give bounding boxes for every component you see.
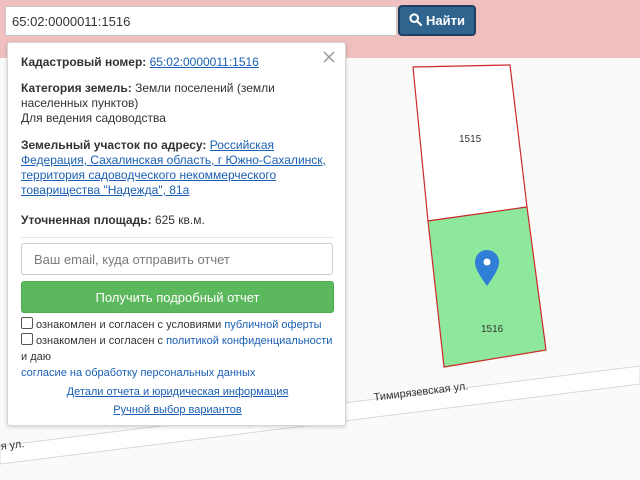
search-icon <box>409 12 423 29</box>
consent-privacy-mid: и даю <box>21 351 51 363</box>
area-row: Уточненная площадь: 625 кв.м. <box>21 213 326 228</box>
area-value: 625 кв.м. <box>154 213 205 227</box>
parcel-1516[interactable] <box>427 206 547 368</box>
get-report-button[interactable]: Получить подробный отчет <box>21 281 334 313</box>
land-category-row: Категория земель: Земли поселений (земли… <box>21 81 326 126</box>
search-button-label: Найти <box>426 13 465 28</box>
consent-privacy-row: ознакомлен и согласен с политикой конфид… <box>21 333 336 381</box>
manual-selection-link[interactable]: Ручной выбор вариантов <box>113 404 241 416</box>
parcel-info-panel: Кадастровый номер: 65:02:0000011:1516 Ка… <box>7 42 346 426</box>
report-details-link[interactable]: Детали отчета и юридическая информация <box>67 386 289 398</box>
email-field[interactable] <box>21 243 333 275</box>
consent-offer-row: ознакомлен и согласен с условиями публич… <box>21 317 336 333</box>
details-link-wrap: Детали отчета и юридическая информация <box>8 386 347 398</box>
divider <box>21 237 334 238</box>
consent-privacy-text: ознакомлен и согласен с <box>36 335 164 347</box>
cadastral-number-row: Кадастровый номер: 65:02:0000011:1516 <box>21 55 326 70</box>
privacy-policy-link[interactable]: политикой конфиденциальности <box>166 335 332 347</box>
address-row: Земельный участок по адресу: Российская … <box>21 138 326 198</box>
personal-data-consent-link[interactable]: согласие на обработку персональных данны… <box>21 367 255 379</box>
consent-offer-text: ознакомлен и согласен с условиями <box>36 319 222 331</box>
search-button[interactable]: Найти <box>398 5 476 36</box>
cadastral-number-label: Кадастровый номер: <box>21 55 147 69</box>
land-use-value: Для ведения садоводства <box>21 111 166 125</box>
parcel-label-1515: 1515 <box>459 134 482 145</box>
parcel-label-1516: 1516 <box>481 324 504 335</box>
manual-link-wrap: Ручной выбор вариантов <box>8 404 347 416</box>
land-category-label: Категория земель: <box>21 81 132 95</box>
area-label: Уточненная площадь: <box>21 213 152 227</box>
address-label: Земельный участок по адресу: <box>21 138 207 152</box>
public-offer-link[interactable]: публичной оферты <box>224 319 321 331</box>
offer-checkbox[interactable] <box>21 317 33 329</box>
cadastral-number-link[interactable]: 65:02:0000011:1516 <box>150 55 259 69</box>
privacy-checkbox[interactable] <box>21 333 33 345</box>
cadastral-search-input[interactable] <box>5 6 397 36</box>
